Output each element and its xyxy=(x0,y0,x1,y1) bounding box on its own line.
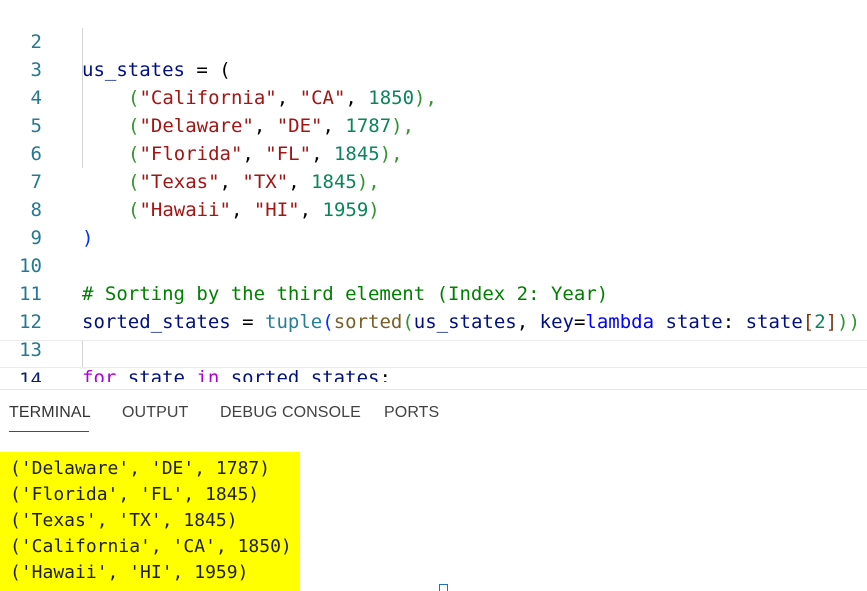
identifier: state xyxy=(116,367,197,382)
tab-debug-console[interactable]: DEBUG CONSOLE xyxy=(220,404,361,422)
code-line[interactable]: 2 us_states = ( xyxy=(0,0,867,81)
identifier: sorted_states xyxy=(219,367,380,382)
code-line[interactable]: 11 sorted_states = tuple(sorted(us_state… xyxy=(0,252,867,333)
punctuation: : xyxy=(379,367,391,382)
terminal-cursor xyxy=(439,584,448,591)
terminal-line: ('Delaware', 'DE', 1787) xyxy=(10,458,271,479)
code-line[interactable]: 4 ("Delaware", "DE", 1787), xyxy=(0,56,867,137)
active-tab-indicator xyxy=(9,431,89,432)
code-line[interactable]: 13 for state in sorted_states: xyxy=(0,308,867,382)
keyword: in xyxy=(196,367,220,382)
tab-ports[interactable]: PORTS xyxy=(384,404,439,422)
terminal-line: ('Hawaii', 'HI', 1959) xyxy=(10,562,249,583)
code-line[interactable]: 6 ("Texas", "TX", 1845), xyxy=(0,112,867,193)
code-line[interactable]: 5 ("Florida", "FL", 1845), xyxy=(0,84,867,165)
keyword: for xyxy=(82,367,117,382)
code-line[interactable]: 8 ) xyxy=(0,168,867,249)
code-line[interactable]: 10 # Sorting by the third element (Index… xyxy=(0,224,867,305)
tab-output[interactable]: OUTPUT xyxy=(122,404,188,422)
panel-tabs: TERMINAL OUTPUT DEBUG CONSOLE PORTS xyxy=(0,390,867,434)
code-editor[interactable]: 2 us_states = ( 3 ("California", "CA", 1… xyxy=(0,0,867,382)
code-line[interactable]: 9 xyxy=(0,196,867,249)
tab-terminal[interactable]: TERMINAL xyxy=(9,404,91,422)
terminal-line: ('Texas', 'TX', 1845) xyxy=(10,510,238,531)
bottom-panel: TERMINAL OUTPUT DEBUG CONSOLE PORTS ('De… xyxy=(0,389,867,591)
terminal-output[interactable]: ('Delaware', 'DE', 1787) ('Florida', 'FL… xyxy=(0,452,867,591)
line-number: 14 xyxy=(19,369,42,382)
code-line[interactable]: 12 xyxy=(0,280,867,333)
terminal-line: ('California', 'CA', 1850) xyxy=(10,536,292,557)
current-code-line[interactable]: 14 print(state) xyxy=(0,340,867,382)
terminal-line: ('Florida', 'FL', 1845) xyxy=(10,484,260,505)
code-line[interactable]: 3 ("California", "CA", 1850), xyxy=(0,28,867,109)
code-line[interactable]: 7 ("Hawaii", "HI", 1959) xyxy=(0,140,867,221)
